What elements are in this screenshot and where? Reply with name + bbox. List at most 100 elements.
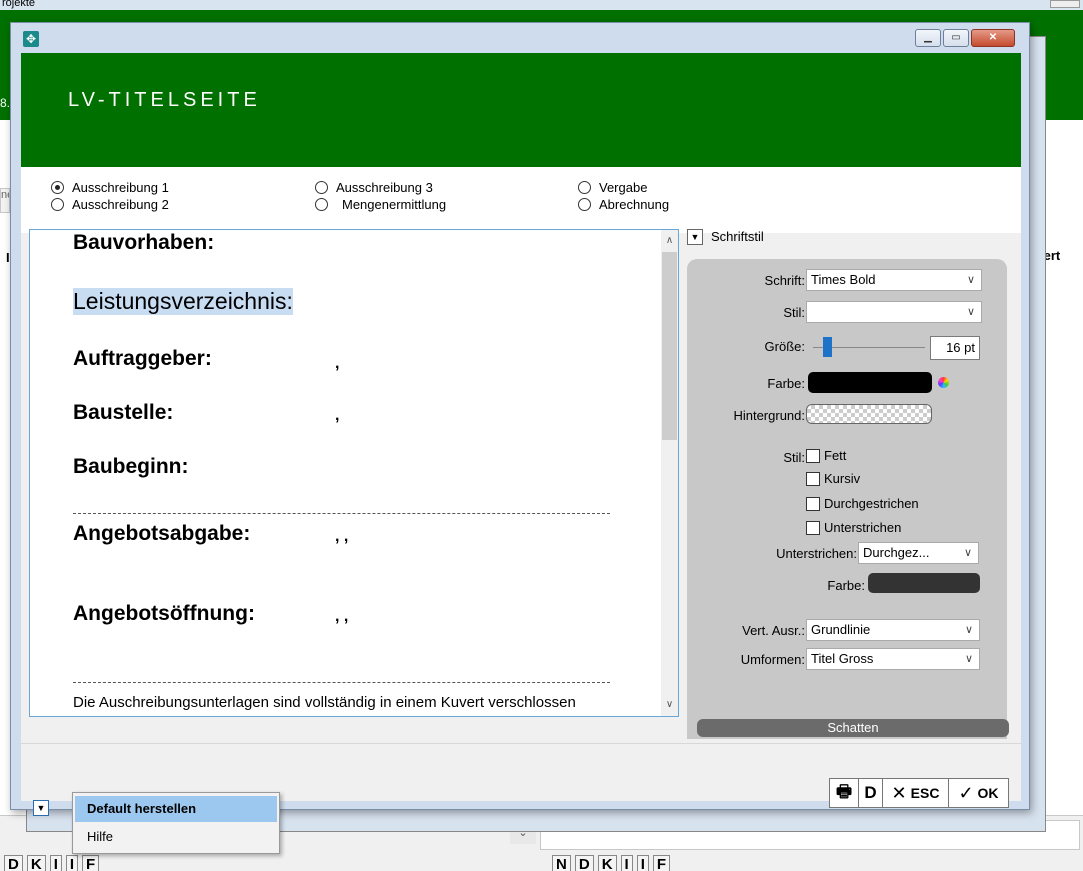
editor-placeholder: , , xyxy=(335,528,349,545)
menu-dropdown-icon[interactable]: ▼ xyxy=(33,800,49,816)
background-color-swatch[interactable] xyxy=(806,404,932,424)
esc-label: ESC xyxy=(910,785,940,801)
vertical-align-value: Grundlinie xyxy=(811,622,871,637)
style-select[interactable]: ∨ xyxy=(806,301,982,323)
background-tool-button[interactable]: I xyxy=(65,855,79,871)
scroll-down-icon[interactable]: ∨ xyxy=(661,696,678,714)
background-tool-button[interactable]: F xyxy=(82,855,100,871)
stil-label: Stil: xyxy=(783,305,805,320)
close-button[interactable]: ✕ xyxy=(971,29,1015,47)
checkbox-label: Fett xyxy=(824,448,847,463)
underline-style-select[interactable]: Durchgez... ∨ xyxy=(858,542,979,564)
vertical-align-select[interactable]: Grundlinie ∨ xyxy=(806,619,980,641)
text-color-swatch[interactable] xyxy=(808,372,932,393)
editor-heading-baustelle: Baustelle: xyxy=(73,401,174,424)
check-icon: ✓ xyxy=(958,782,974,803)
background-tool-button[interactable]: N xyxy=(552,855,571,871)
ok-label: OK xyxy=(977,785,999,801)
radio-mengenermittlung[interactable]: Mengenermittlung xyxy=(315,197,446,212)
background-tool-button[interactable]: D xyxy=(4,855,23,871)
checkbox-label: Kursiv xyxy=(824,471,861,486)
panel-collapse-icon[interactable]: ▼ xyxy=(687,229,703,245)
page-title: LV-TITELSEITE xyxy=(68,89,261,111)
editor-placeholder: , xyxy=(335,407,340,424)
radio-label: Mengenermittlung xyxy=(342,197,447,212)
background-tool-button[interactable]: F xyxy=(652,855,671,871)
radio-ausschreibung-2[interactable]: Ausschreibung 2 xyxy=(51,197,169,212)
editor-separator xyxy=(73,513,610,514)
radio-label: Abrechnung xyxy=(599,197,670,212)
d-button[interactable]: D xyxy=(859,778,883,808)
radio-unchecked-icon xyxy=(51,198,64,211)
underline-color-swatch[interactable] xyxy=(868,573,980,593)
ok-button[interactable]: ✓ OK xyxy=(949,778,1009,808)
groesse-label: Größe: xyxy=(764,339,805,354)
background-tool-button[interactable]: I xyxy=(49,855,62,871)
dialog-titlebar[interactable]: ✥ ▁ ▭ ✕ xyxy=(11,23,1029,53)
panel-title: Schriftstil xyxy=(711,229,764,244)
editor-heading-angebotsoeffnung: Angebotsöffnung: xyxy=(73,602,255,625)
checkbox-label: Unterstrichen xyxy=(824,520,902,535)
background-tool-button[interactable]: D xyxy=(574,855,594,871)
radio-unchecked-icon xyxy=(315,198,328,211)
background-tool-button[interactable]: I xyxy=(620,855,633,871)
title-page-editor[interactable]: Bauvorhaben: Leistungsverzeichnis: Auftr… xyxy=(29,229,679,717)
context-menu: Default herstellen Hilfe xyxy=(72,792,280,854)
checkbox-fett[interactable]: Fett xyxy=(806,448,846,463)
radio-abrechnung[interactable]: Abrechnung xyxy=(578,197,669,212)
background-tool-button[interactable]: K xyxy=(597,855,617,871)
stil2-label: Stil: xyxy=(783,450,805,465)
schatten-section-button[interactable]: Schatten xyxy=(697,719,1009,737)
esc-button[interactable]: ✕ ESC xyxy=(883,778,949,808)
radio-checked-icon xyxy=(51,181,64,194)
chevron-down-icon: ∨ xyxy=(964,624,973,636)
chevron-down-icon: ∨ xyxy=(963,547,972,559)
editor-heading-angebotsabgabe: Angebotsabgabe: xyxy=(73,522,251,545)
radio-unchecked-icon xyxy=(578,181,591,194)
radio-unchecked-icon xyxy=(315,181,328,194)
checkbox-durchgestrichen[interactable]: Durchgestrichen xyxy=(806,496,919,511)
background-search-field[interactable]: ne xyxy=(0,188,10,213)
radio-label: Ausschreibung 3 xyxy=(336,180,433,195)
radio-vergabe[interactable]: Vergabe xyxy=(578,180,647,195)
font-select[interactable]: Times Bold ∨ xyxy=(806,269,982,291)
document-type-radio-group: Ausschreibung 1 Ausschreibung 2 Ausschre… xyxy=(21,167,1021,233)
size-input[interactable]: 16 pt xyxy=(930,336,980,360)
dialog-toolbar: 🖶 D ✕ ESC ✓ OK xyxy=(829,778,1009,808)
chevron-down-icon: ∨ xyxy=(964,653,973,665)
editor-scrollbar[interactable]: ∧ ∨ xyxy=(661,230,678,716)
scrollbar-thumb[interactable] xyxy=(662,252,677,440)
hintergrund-label: Hintergrund: xyxy=(733,408,805,423)
print-button[interactable]: 🖶 xyxy=(829,778,859,808)
radio-ausschreibung-3[interactable]: Ausschreibung 3 xyxy=(315,180,433,195)
background-tool-button[interactable]: K xyxy=(26,855,46,871)
editor-placeholder: , , xyxy=(335,608,349,625)
schrift-label: Schrift: xyxy=(764,273,805,288)
background-green-label: 8. xyxy=(0,96,11,110)
editor-heading-leistungsverzeichnis: Leistungsverzeichnis: xyxy=(73,288,293,315)
checkbox-label: Durchgestrichen xyxy=(824,496,919,511)
editor-footer-text: Die Auschreibungsunterlagen sind vollstä… xyxy=(73,694,576,711)
background-tool-button[interactable]: I xyxy=(636,855,649,871)
checkbox-kursiv[interactable]: Kursiv xyxy=(806,471,860,486)
minimize-button[interactable]: ▁ xyxy=(915,29,941,47)
checkbox-unterstrichen[interactable]: Unterstrichen xyxy=(806,520,901,535)
unterstrichen-label: Unterstrichen: xyxy=(776,546,857,561)
farbe-label: Farbe: xyxy=(767,376,805,391)
scroll-up-icon[interactable]: ∧ xyxy=(661,232,678,250)
radio-ausschreibung-1[interactable]: Ausschreibung 1 xyxy=(51,180,169,195)
vert-label: Vert. Ausr.: xyxy=(742,623,805,638)
chevron-down-icon: ∨ xyxy=(966,306,975,318)
menu-item-default-herstellen[interactable]: Default herstellen xyxy=(75,796,277,822)
color-wheel-icon[interactable] xyxy=(938,377,949,388)
maximize-button[interactable]: ▭ xyxy=(943,29,969,47)
transform-select[interactable]: Titel Gross ∨ xyxy=(806,648,980,670)
lv-titelseite-dialog: ✥ ▁ ▭ ✕ LV-TITELSEITE Ausschreibung 1 Au… xyxy=(10,22,1030,816)
editor-placeholder: , xyxy=(335,355,340,372)
menu-item-hilfe[interactable]: Hilfe xyxy=(75,824,277,850)
background-window-button[interactable] xyxy=(1050,0,1080,8)
checkbox-icon xyxy=(806,471,820,486)
editor-content[interactable]: Bauvorhaben: Leistungsverzeichnis: Auftr… xyxy=(30,230,661,716)
size-slider-thumb[interactable] xyxy=(823,337,832,357)
close-icon: ✕ xyxy=(891,782,907,803)
